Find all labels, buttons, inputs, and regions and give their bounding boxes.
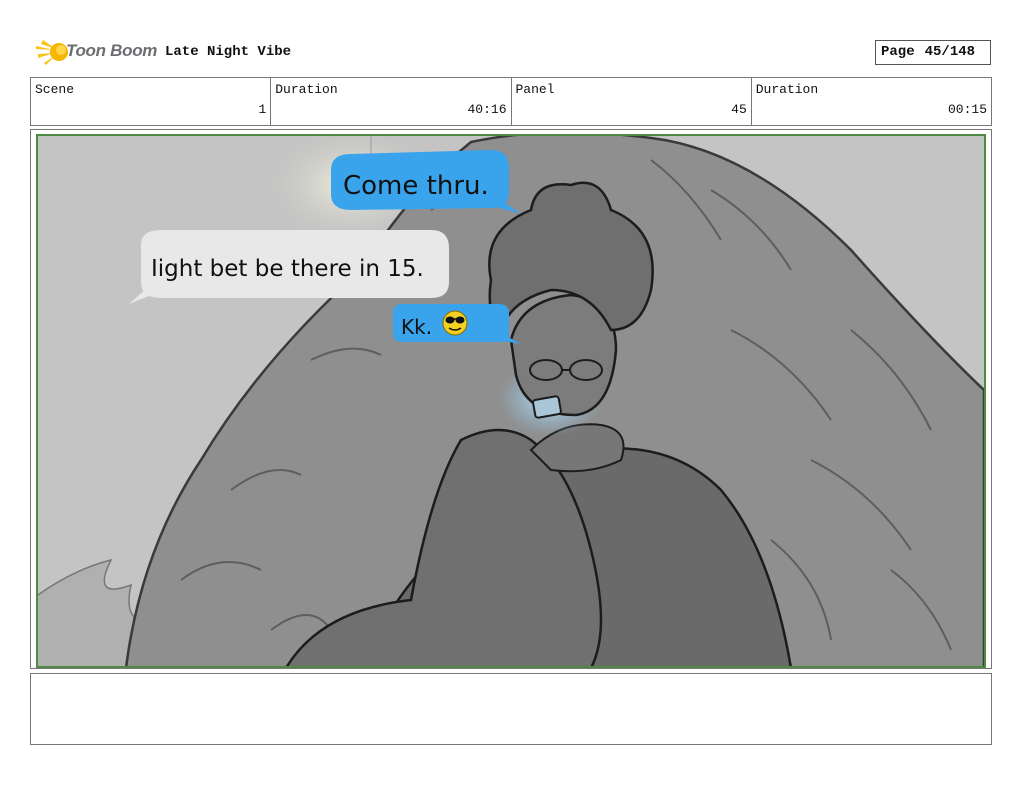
bubble-iight-bet: Iight bet be there in 15. <box>129 230 449 304</box>
bubble-text: Iight bet be there in 15. <box>151 256 424 282</box>
scene-duration-label: Duration <box>275 82 338 97</box>
panel-notes-box <box>30 673 992 745</box>
bubble-come-thru: Come thru. <box>331 150 521 214</box>
scene-cell: Scene 1 <box>31 78 272 125</box>
scene-duration-value: 40:16 <box>467 102 507 117</box>
sunglasses-emoji-icon <box>442 310 468 336</box>
scene-label: Scene <box>35 82 75 97</box>
storyboard-panel: Come thru. Iight bet be there in 15. Kk. <box>30 129 992 669</box>
panel-drawing: Come thru. Iight bet be there in 15. Kk. <box>36 134 986 668</box>
panel-value: 45 <box>731 102 747 117</box>
panel-label: Panel <box>515 82 555 97</box>
page-number: 45/148 <box>924 44 976 60</box>
project-title: Late Night Vibe <box>165 44 292 60</box>
bubble-kk: Kk. <box>393 304 521 344</box>
bubble-text: Kk. <box>401 315 432 339</box>
logo-text: Toon Boom <box>66 41 158 60</box>
panel-info-row: Scene 1 Duration 40:16 Panel 45 Duration… <box>30 77 992 126</box>
phone-icon <box>532 395 562 419</box>
bubble-text: Come thru. <box>343 171 489 201</box>
panel-cell: Panel 45 <box>512 78 752 125</box>
panel-duration-value: 00:15 <box>947 102 987 117</box>
panel-duration-label: Duration <box>755 82 819 97</box>
page-indicator: Page 45/148 <box>875 40 991 65</box>
page-label: Page <box>881 44 915 60</box>
scene-duration-cell: Duration 40:16 <box>271 78 512 125</box>
scene-value: 1 <box>258 102 267 117</box>
panel-duration-cell: Duration 00:15 <box>752 78 991 125</box>
